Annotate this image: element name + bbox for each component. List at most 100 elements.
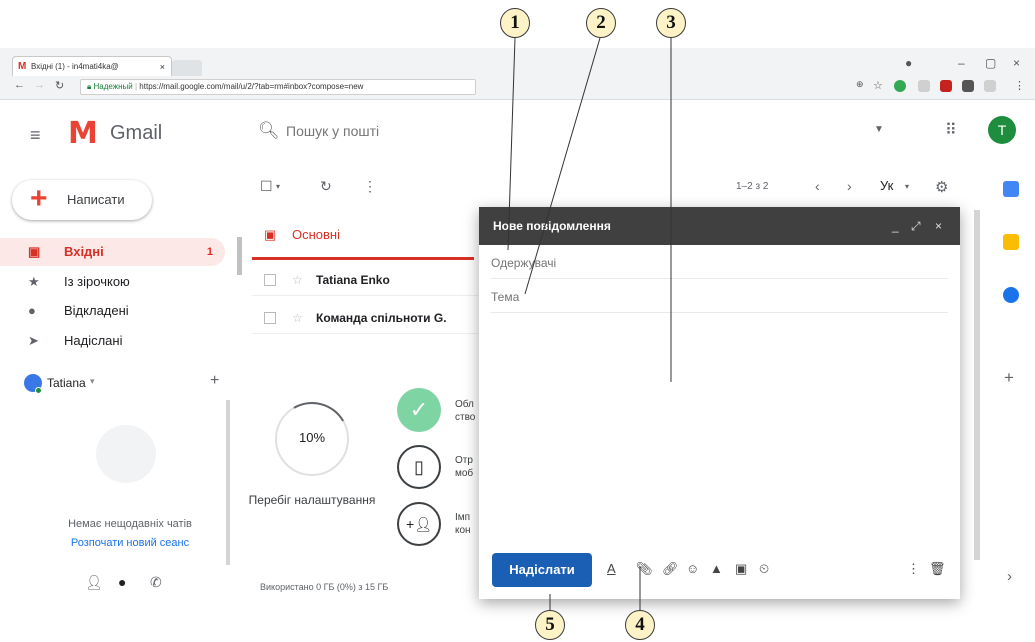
subject-field[interactable]	[491, 281, 948, 313]
discard-draft-icon[interactable]: 🗑︎	[929, 561, 946, 577]
refresh-icon[interactable]: ↻	[320, 178, 332, 195]
online-status-dot	[35, 387, 42, 394]
table-row[interactable]: ☆ Tatiana Enko	[252, 264, 478, 296]
account-icon[interactable]: ●	[905, 56, 912, 70]
insert-photo-icon[interactable]: ▣	[735, 561, 747, 577]
compose-label: Написати	[67, 192, 125, 207]
minimize-compose-icon[interactable]: _	[892, 207, 899, 245]
search-options-chevron-icon[interactable]: ▼	[874, 124, 884, 135]
table-row[interactable]: ☆ Команда спільноти G.	[252, 302, 478, 334]
input-language-selector[interactable]: Ук	[880, 178, 893, 193]
back-icon[interactable]: ←	[14, 79, 25, 91]
gmail-logo-icon[interactable]: M	[68, 116, 98, 151]
new-chat-plus-icon[interactable]: +	[210, 372, 219, 390]
row-checkbox[interactable]	[264, 312, 276, 324]
settings-gear-icon[interactable]: ⚙	[935, 178, 948, 196]
callout-2: 2	[586, 8, 616, 38]
add-contacts-icon[interactable]: +👤︎	[397, 502, 441, 546]
sidebar-item-starred[interactable]: ★ Із зірочкою	[0, 268, 225, 296]
callout-3: 3	[656, 8, 686, 38]
setup-item-2[interactable]: Отр моб	[455, 454, 479, 480]
formatting-options-icon[interactable]: A	[607, 561, 616, 576]
minimize-button[interactable]: –	[958, 56, 965, 70]
search-icon[interactable]: 🔍︎	[258, 121, 280, 141]
attach-file-icon[interactable]: 📎︎	[636, 561, 653, 577]
email-sender: Команда спільноти G.	[316, 311, 447, 325]
hangouts-placeholder-icon	[96, 425, 156, 483]
setup-item-1[interactable]: Обл ство	[455, 398, 479, 424]
no-chats-text: Немає нещодавніх чатів	[68, 518, 192, 530]
extension-cloud-icon[interactable]	[984, 80, 996, 92]
tab-primary[interactable]: ▣ Основні	[252, 218, 474, 260]
address-bar[interactable]: 🔒︎ Надежный | https://mail.google.com/ma…	[80, 79, 476, 95]
keep-icon[interactable]	[1003, 234, 1019, 250]
select-dropdown-chevron-icon[interactable]: ▾	[276, 182, 280, 191]
new-tab-button[interactable]	[172, 60, 202, 76]
confidential-mode-icon[interactable]: ⏲	[759, 561, 769, 577]
avatar[interactable]: T	[988, 116, 1016, 144]
send-button[interactable]: Надіслати	[492, 553, 592, 587]
star-icon[interactable]: ☆	[292, 264, 303, 296]
phone-icon[interactable]: ✆	[150, 574, 162, 591]
star-icon: ★	[28, 274, 40, 289]
user-dropdown-icon[interactable]: ▾	[90, 376, 95, 387]
tasks-icon[interactable]	[1003, 287, 1019, 303]
search-input[interactable]	[286, 119, 846, 143]
tab-close-button[interactable]: ×	[160, 57, 165, 77]
extension-pocket-icon[interactable]	[962, 80, 974, 92]
next-page-chevron-icon[interactable]: ›	[847, 178, 852, 194]
setup-progress-label: Перебіг налаштування	[248, 493, 376, 507]
window-close-button[interactable]: ×	[1013, 56, 1020, 70]
zoom-icon[interactable]: ⊕	[856, 79, 864, 90]
emoji-icon[interactable]: ☺	[686, 561, 699, 576]
reload-icon[interactable]: ↻	[55, 79, 64, 92]
recipients-field[interactable]	[491, 247, 948, 279]
compose-header[interactable]: Нове повідомлення _ ⤢ ×	[479, 207, 960, 245]
browser-menu-icon[interactable]: ⋮	[1014, 79, 1025, 92]
more-compose-options-icon[interactable]: ⋮	[907, 561, 920, 577]
calendar-icon[interactable]	[1003, 181, 1019, 197]
row-checkbox[interactable]	[264, 274, 276, 286]
main-menu-icon[interactable]: ≡	[30, 125, 41, 146]
extension-adblock-icon[interactable]	[940, 80, 952, 92]
insert-link-icon[interactable]: 🔗︎	[662, 561, 679, 577]
google-drive-icon[interactable]: ▲	[710, 561, 723, 576]
add-addon-plus-icon[interactable]: +	[1004, 368, 1014, 388]
chat-scrollbar[interactable]	[226, 400, 230, 565]
clock-icon: ●	[28, 303, 36, 318]
new-session-link[interactable]: Розпочати новий сеанс	[40, 537, 220, 549]
extension-puzzle-icon[interactable]	[918, 80, 930, 92]
sidebar-scrollbar[interactable]	[237, 237, 242, 275]
sidebar-item-inbox[interactable]: ▣ Вхідні 1	[0, 238, 225, 266]
callout-5: 5	[535, 610, 565, 640]
expand-panel-chevron-icon[interactable]: ›	[1007, 568, 1012, 585]
prev-page-chevron-icon[interactable]: ‹	[815, 178, 820, 194]
close-compose-icon[interactable]: ×	[935, 207, 942, 245]
sidebar-item-snoozed[interactable]: ● Відкладені	[0, 297, 225, 325]
maximize-button[interactable]: ▢	[985, 56, 996, 70]
hangouts-user-name[interactable]: Tatiana	[47, 376, 86, 390]
message-body[interactable]	[491, 311, 948, 541]
select-all-checkbox[interactable]: ☐	[260, 178, 273, 195]
apps-grid-icon[interactable]: ⠿	[945, 120, 957, 140]
hangouts-icon[interactable]: ●	[118, 574, 126, 590]
storage-usage-text: Використано 0 ГБ (0%) з 15 ГБ	[260, 582, 389, 592]
main-scrollbar[interactable]	[974, 210, 980, 560]
browser-tab[interactable]: M Вхідні (1) - in4mati4ka@ ×	[12, 56, 172, 76]
extension-check-icon[interactable]	[894, 80, 906, 92]
bookmark-star-icon[interactable]: ☆	[873, 79, 883, 92]
forward-icon[interactable]: →	[34, 79, 45, 91]
plus-icon: +	[30, 182, 48, 215]
contacts-icon[interactable]: 👤︎	[85, 574, 103, 591]
mobile-phone-icon[interactable]: ▯	[397, 445, 441, 489]
star-icon[interactable]: ☆	[292, 302, 303, 334]
language-dropdown-chevron-icon[interactable]: ▾	[905, 182, 909, 191]
fullscreen-compose-icon[interactable]: ⤢	[911, 207, 921, 245]
more-options-icon[interactable]: ⋮	[363, 178, 377, 195]
compose-button[interactable]: + Написати	[12, 180, 152, 220]
sidebar-item-sent[interactable]: ➤ Надіслані	[0, 327, 225, 355]
check-icon[interactable]: ✓	[397, 388, 441, 432]
sidebar-item-label: Із зірочкою	[64, 274, 130, 289]
setup-item-3[interactable]: Імп кон	[455, 511, 479, 537]
compose-window: Нове повідомлення _ ⤢ × Надіслати A 📎︎ 🔗…	[479, 207, 960, 599]
